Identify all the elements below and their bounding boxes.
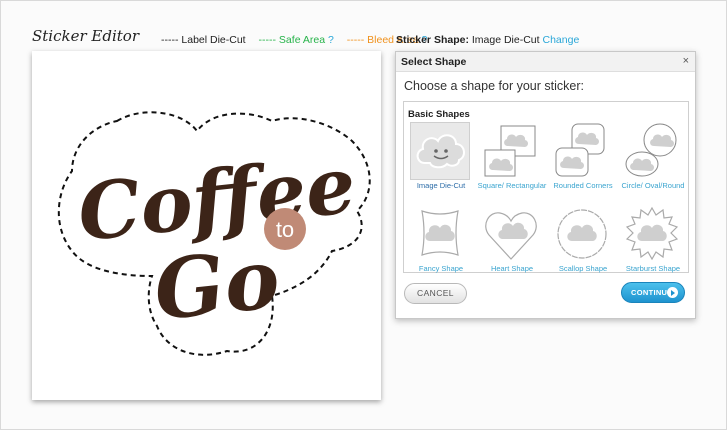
app-title: Sticker Editor [32, 27, 139, 45]
shape-label: Scallop Shape [558, 264, 608, 273]
fancy-shape-icon [410, 205, 470, 263]
shape-option-square[interactable]: Square/ Rectangular [477, 122, 549, 202]
legend-label-die-cut: ----- Label Die-Cut [161, 34, 246, 46]
shape-label: Heart Shape [490, 264, 534, 273]
shape-option-image-die-cut[interactable]: Image Die-Cut [406, 122, 478, 202]
select-shape-dialog: Select Shape × Choose a shape for your s… [395, 51, 696, 319]
shape-option-circle[interactable]: Circle/ Oval/Round [618, 122, 690, 202]
arrow-right-icon [667, 287, 678, 298]
shape-label: Starburst Shape [625, 264, 681, 273]
go-word: Go [150, 231, 284, 340]
legend-safe-text: ----- Safe Area [258, 34, 326, 46]
sticker-shape-label: Sticker Shape: [396, 34, 469, 46]
shape-option-scallop[interactable]: Scallop Shape [548, 205, 620, 285]
shape-label: Image Die-Cut [416, 181, 466, 190]
shape-option-starburst[interactable]: Starburst Shape [618, 205, 690, 285]
shape-option-rounded-corners[interactable]: Rounded Corners [548, 122, 620, 202]
close-icon[interactable]: × [683, 55, 689, 67]
legend-safe-area: ----- Safe Area ? [259, 34, 334, 46]
safe-area-help-link[interactable]: ? [328, 34, 334, 46]
shape-label: Rounded Corners [553, 181, 613, 190]
sticker-shape-info: Sticker Shape: Image Die-Cut Change [396, 34, 579, 46]
to-badge-text: to [276, 217, 294, 242]
cloud-die-cut-icon [410, 122, 470, 180]
dialog-title: Select Shape [401, 56, 467, 68]
starburst-shape-icon [622, 205, 682, 263]
shape-label: Circle/ Oval/Round [621, 181, 685, 190]
shape-label: Fancy Shape [418, 264, 464, 273]
scallop-shape-icon [552, 205, 612, 263]
cancel-button[interactable]: CANCEL [404, 283, 467, 304]
shape-option-heart[interactable]: Heart Shape [477, 205, 549, 285]
square-shape-icon [481, 122, 541, 180]
change-shape-link[interactable]: Change [543, 34, 580, 46]
dialog-header: Select Shape × [396, 52, 695, 72]
shape-option-fancy[interactable]: Fancy Shape [406, 205, 478, 285]
shape-label: Square/ Rectangular [477, 181, 547, 190]
section-heading: Basic Shapes [408, 109, 470, 120]
dialog-prompt: Choose a shape for your sticker: [404, 79, 584, 93]
continue-button[interactable]: CONTINUE [621, 282, 685, 303]
rounded-corners-icon [552, 122, 612, 180]
sticker-shape-value: Image Die-Cut [471, 34, 540, 46]
sticker-canvas[interactable]: Coffee to Go [32, 51, 381, 400]
circle-shape-icon [622, 122, 682, 180]
heart-shape-icon [481, 205, 541, 263]
shapes-panel: Basic Shapes Image Die-Cut Square/ Recta… [403, 101, 689, 273]
sticker-artwork: Coffee to Go [57, 111, 371, 356]
